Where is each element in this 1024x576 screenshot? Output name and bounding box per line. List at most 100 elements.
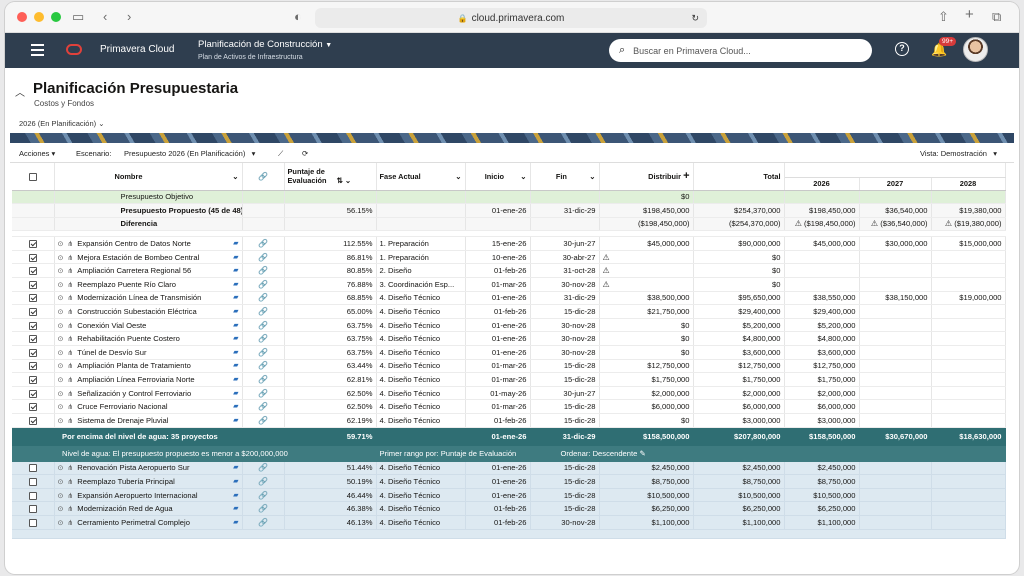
below-waterline-row[interactable]: ⊙ ⋔ Cerramiento Perimetral Complejo ▰ 🔗 46.13… — [12, 515, 1006, 530]
expand-icon[interactable]: ⊙ — [58, 268, 64, 275]
cell-2027[interactable] — [859, 250, 932, 265]
collapse-chevron-icon[interactable]: ︿ — [15, 84, 25, 99]
col-start[interactable]: Inicio ⌄ — [465, 163, 531, 191]
cell-start[interactable]: 01-may-26 — [465, 386, 531, 401]
row-checkbox[interactable] — [12, 304, 55, 319]
sort-icon[interactable]: ⇅ ⌄ — [337, 176, 351, 185]
cell-name[interactable]: ⊙ ⋔ Modernización Red de Agua ▰ — [54, 501, 243, 516]
cell-2027[interactable] — [859, 515, 932, 530]
project-row[interactable]: ⊙ ⋔ Señalización y Control Ferroviario ▰ 🔗 62… — [12, 386, 1006, 401]
cell-name[interactable]: ⊙ ⋔ Reemplazo Tubería Principal ▰ — [54, 474, 243, 489]
cell-distribute[interactable]: $0 — [599, 345, 694, 360]
new-tab-icon[interactable]: + — [965, 7, 974, 23]
cell-end[interactable]: 30-jun-27 — [530, 236, 600, 251]
comment-flag-icon[interactable]: ▰ — [233, 253, 238, 261]
cell-link[interactable]: 🔗 — [242, 263, 285, 279]
col-score[interactable]: Puntaje de Evaluación ⇅ ⌄ — [284, 163, 377, 191]
cell-end[interactable]: 15-dic-28 — [530, 461, 600, 476]
cell-start[interactable]: 01-mar-26 — [465, 372, 531, 387]
help-icon[interactable]: ? — [895, 42, 909, 56]
cell-start[interactable]: 01-feb-26 — [465, 304, 531, 319]
cell-start[interactable]: 01-feb-26 — [465, 501, 531, 516]
row-checkbox[interactable] — [12, 250, 55, 265]
cell-start[interactable]: 01-mar-26 — [465, 399, 531, 414]
cell-2028[interactable] — [931, 250, 1006, 265]
comment-flag-icon[interactable]: ▰ — [233, 266, 238, 274]
cell-distribute[interactable]: $1,750,000 — [599, 372, 694, 387]
cell-phase[interactable]: 2. Diseño — [376, 263, 466, 279]
cell-end[interactable]: 30-nov-28 — [530, 515, 600, 530]
cell-link[interactable]: 🔗 — [242, 359, 285, 374]
cell-2027[interactable] — [859, 413, 932, 428]
expand-icon[interactable]: ⊙ — [58, 479, 64, 486]
cell-link[interactable]: 🔗 — [242, 413, 285, 428]
expand-icon[interactable]: ⊙ — [58, 465, 64, 472]
expand-icon[interactable]: ⊙ — [58, 404, 64, 411]
col-distribute[interactable]: Distribuir + — [599, 163, 694, 191]
comment-flag-icon[interactable]: ▰ — [233, 518, 238, 526]
cell-2027[interactable] — [859, 263, 932, 279]
cell-end[interactable]: 15-dic-28 — [530, 359, 600, 374]
shield-icon[interactable]: ◐ — [294, 9, 302, 25]
cell-link[interactable]: 🔗 — [242, 372, 285, 387]
cell-start[interactable]: 01-feb-26 — [465, 263, 531, 279]
select-all-checkbox[interactable] — [12, 163, 55, 191]
expand-icon[interactable]: ⊙ — [58, 309, 64, 316]
cell-2027[interactable] — [859, 304, 932, 319]
cell-2026[interactable] — [784, 277, 860, 292]
cell-2026[interactable]: $2,450,000 — [784, 461, 860, 476]
row-checkbox[interactable] — [12, 501, 55, 516]
cell-2028[interactable] — [931, 413, 1006, 428]
comment-flag-icon[interactable]: ▰ — [233, 321, 238, 329]
cell-distribute[interactable]: $2,000,000 — [599, 386, 694, 401]
comment-flag-icon[interactable]: ▰ — [233, 389, 238, 397]
cell-name[interactable]: ⊙ ⋔ Conexión Vial Oeste ▰ — [54, 318, 243, 333]
cell-2026[interactable]: $4,800,000 — [784, 331, 860, 347]
cell-distribute[interactable]: $21,750,000 — [599, 304, 694, 319]
cell-2028[interactable] — [931, 399, 1006, 414]
cell-2028[interactable] — [931, 386, 1006, 401]
cell-phase[interactable]: 4. Diseño Técnico — [376, 413, 466, 428]
global-search[interactable]: ⌕ Buscar en Primavera Cloud... — [609, 39, 872, 62]
cell-start[interactable]: 01-ene-26 — [465, 318, 531, 333]
cell-phase[interactable]: 4. Diseño Técnico — [376, 515, 466, 530]
project-row[interactable]: ⊙ ⋔ Ampliación Línea Ferroviaria Norte ▰ 🔗 62… — [12, 372, 1006, 387]
cell-link[interactable]: 🔗 — [242, 399, 285, 414]
cell-2028[interactable]: $15,000,000 — [931, 236, 1006, 251]
col-2027[interactable]: 2027 — [859, 177, 932, 191]
comment-flag-icon[interactable]: ▰ — [233, 293, 238, 301]
cell-2027[interactable] — [859, 345, 932, 360]
cell-phase[interactable]: 4. Diseño Técnico — [376, 304, 466, 319]
cell-name[interactable]: ⊙ ⋔ Ampliación Planta de Tratamiento ▰ — [54, 359, 243, 374]
cell-distribute[interactable]: $0 — [599, 331, 694, 347]
cell-link[interactable]: 🔗 — [242, 236, 285, 251]
cell-link[interactable]: 🔗 — [242, 277, 285, 292]
cell-2028[interactable] — [931, 359, 1006, 374]
cell-end[interactable]: 30-nov-28 — [530, 331, 600, 347]
project-row[interactable]: ⊙ ⋔ Conexión Vial Oeste ▰ 🔗 63.75% 4. Diseño T… — [12, 318, 1006, 333]
cell-name[interactable]: ⊙ ⋔ Reemplazo Puente Río Claro ▰ — [54, 277, 243, 292]
expand-icon[interactable]: ⊙ — [58, 363, 64, 370]
reload-icon[interactable]: ↻ — [691, 13, 699, 24]
close-window-button[interactable] — [17, 12, 27, 22]
waterline-order[interactable]: Ordenar: Descendente ✎ — [530, 445, 694, 462]
comment-flag-icon[interactable]: ▰ — [233, 348, 238, 356]
cell-distribute[interactable]: $1,100,000 — [599, 515, 694, 530]
cell-end[interactable]: 30-nov-28 — [530, 345, 600, 360]
expand-icon[interactable]: ⊙ — [58, 282, 64, 289]
cell-2027[interactable] — [859, 372, 932, 387]
cell-name[interactable]: ⊙ ⋔ Rehabilitación Puente Costero ▰ — [54, 331, 243, 347]
cell-2027[interactable] — [859, 359, 932, 374]
cell-link[interactable]: 🔗 — [242, 304, 285, 319]
expand-icon[interactable]: ⊙ — [58, 493, 64, 500]
cell-start[interactable]: 01-feb-26 — [465, 413, 531, 428]
cell-link[interactable]: 🔗 — [242, 515, 285, 530]
cell-phase[interactable]: 4. Diseño Técnico — [376, 345, 466, 360]
cell-2027[interactable]: $38,150,000 — [859, 291, 932, 306]
expand-icon[interactable]: ⊙ — [58, 255, 64, 262]
cell-start[interactable]: 01-ene-26 — [465, 331, 531, 347]
project-row[interactable]: ⊙ ⋔ Ampliación Carretera Regional 56 ▰ 🔗 80.8… — [12, 263, 1006, 279]
row-checkbox[interactable] — [12, 474, 55, 489]
cell-2026[interactable] — [784, 250, 860, 265]
comment-flag-icon[interactable]: ▰ — [233, 334, 238, 342]
